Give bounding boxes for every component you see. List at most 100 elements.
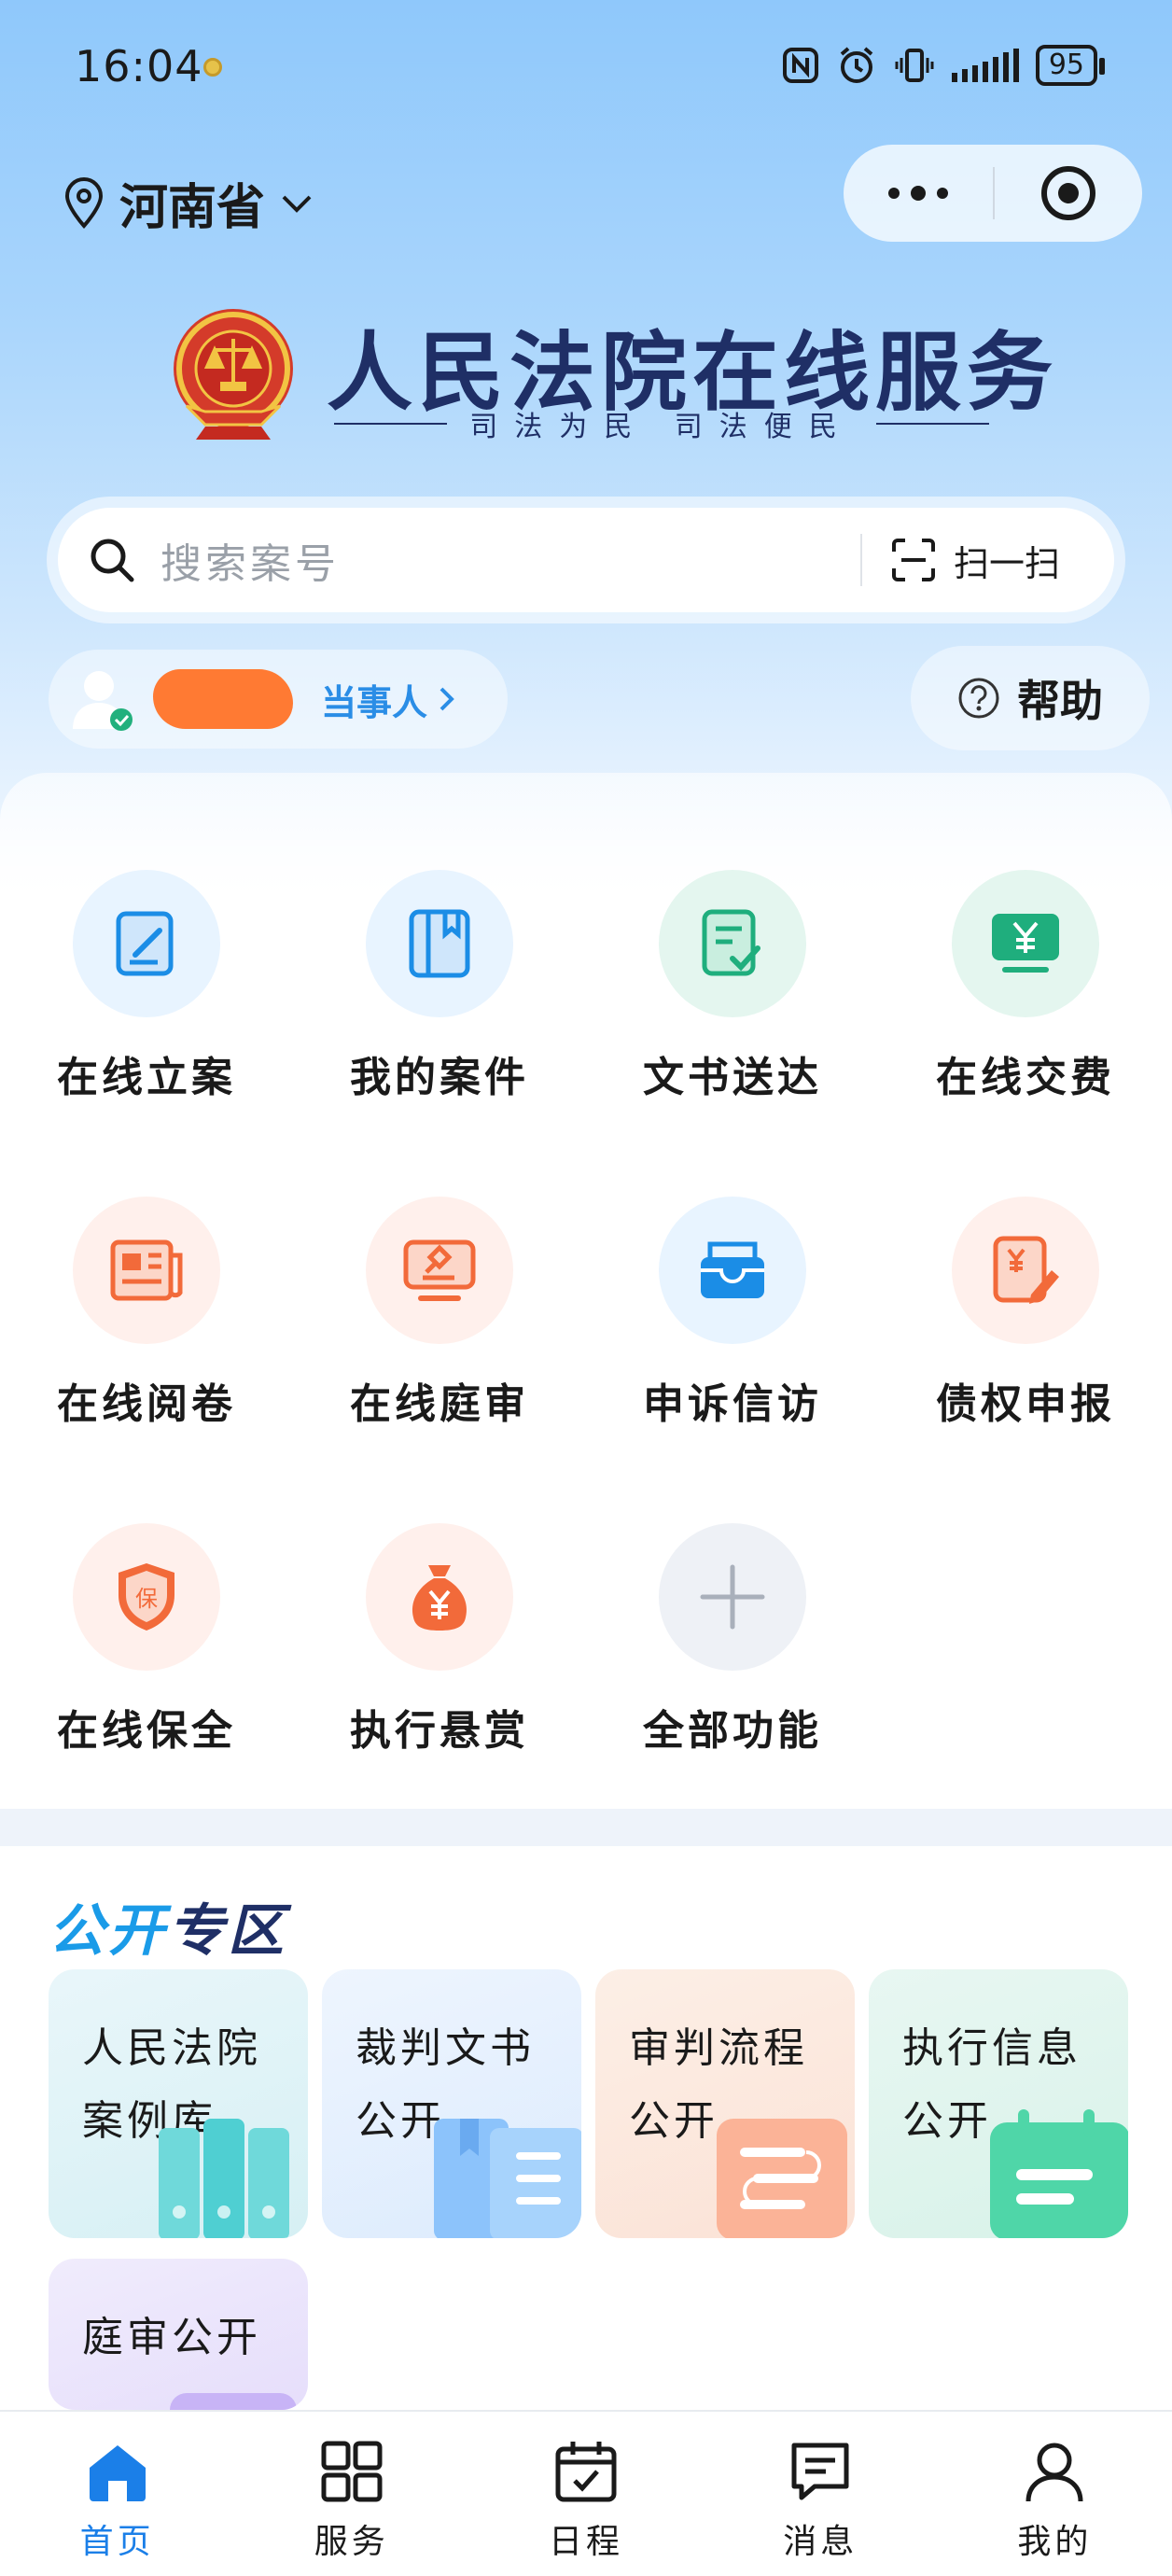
calendar-icon xyxy=(555,2442,617,2502)
redacted-username xyxy=(153,669,293,729)
grid-label: 文书送达 xyxy=(643,1054,822,1101)
public-card-line1: 人民法院 xyxy=(82,2024,261,2072)
grid-icon-bg xyxy=(73,1197,220,1344)
more-dot-icon xyxy=(911,186,926,201)
avatar xyxy=(73,671,133,731)
document-check-icon xyxy=(702,909,760,976)
grid-item-petition[interactable]: 申诉信访 xyxy=(586,1197,879,1439)
grid-label: 全部功能 xyxy=(643,1707,822,1755)
close-miniprogram-button[interactable] xyxy=(995,145,1142,242)
grid-item-online-filing[interactable]: 在线立案 xyxy=(0,870,293,1113)
more-button[interactable] xyxy=(844,145,993,242)
scan-button[interactable]: 扫一扫 xyxy=(890,535,1060,586)
subtitle-line-left xyxy=(334,423,448,425)
battery-icon: 95 xyxy=(1035,45,1106,86)
brand-subtitle: 司法为民 司法便民 xyxy=(334,403,990,444)
grid-item-debt-claim[interactable]: 债权申报 xyxy=(879,1197,1172,1439)
grid-label: 我的案件 xyxy=(350,1054,529,1101)
grid-icon-bg xyxy=(366,1523,513,1671)
search-icon xyxy=(91,539,134,582)
tab-messages[interactable]: 消息 xyxy=(704,2412,938,2576)
tab-home[interactable]: 首页 xyxy=(0,2412,234,2576)
grid-item-online-trial[interactable]: 在线庭审 xyxy=(293,1197,586,1439)
user-icon xyxy=(1026,2443,1083,2502)
scan-icon xyxy=(891,539,935,581)
public-card-judgment-documents[interactable]: 裁判文书 公开 xyxy=(322,1969,581,2238)
calendar-card-icon xyxy=(990,2109,1128,2238)
grid-item-document-delivery[interactable]: 文书送达 xyxy=(586,870,879,1113)
grid-label: 在线交费 xyxy=(936,1054,1115,1101)
brand-subtitle-text: 司法为民 司法便民 xyxy=(469,411,854,443)
flow-icon xyxy=(717,2119,847,2238)
tab-label: 消息 xyxy=(783,2523,858,2561)
search-divider xyxy=(859,534,862,586)
gavel-screen-icon xyxy=(403,1239,476,1301)
grid-label: 执行悬赏 xyxy=(350,1707,529,1755)
tab-label: 我的 xyxy=(1017,2523,1093,2561)
search-container: 搜索案号 扫一扫 xyxy=(47,497,1125,623)
user-identity-button[interactable]: 当事人 xyxy=(49,650,508,749)
question-icon xyxy=(958,678,999,719)
tab-label: 日程 xyxy=(549,2523,624,2561)
tab-schedule[interactable]: 日程 xyxy=(468,2412,703,2576)
public-card-case-library[interactable]: 人民法院 案例库 xyxy=(49,1969,308,2238)
grid-item-execution-reward[interactable]: 执行悬赏 xyxy=(293,1523,586,1766)
grid-label: 申诉信访 xyxy=(643,1380,822,1428)
grid-label: 在线阅卷 xyxy=(57,1380,236,1428)
grid-item-all-functions[interactable]: 全部功能 xyxy=(586,1523,879,1766)
grid-item-online-preservation[interactable]: 保 在线保全 xyxy=(0,1523,293,1766)
grid-item-online-reading[interactable]: 在线阅卷 xyxy=(0,1197,293,1439)
grid-icon-bg: 保 xyxy=(73,1523,220,1671)
public-card-text: 庭审公开 xyxy=(82,2302,261,2374)
public-card-execution-info[interactable]: 执行信息 公开 xyxy=(869,1969,1128,2238)
grid-label: 在线庭审 xyxy=(350,1380,529,1428)
search-bar[interactable]: 搜索案号 扫一扫 xyxy=(58,508,1114,612)
money-bag-icon xyxy=(412,1565,467,1631)
vibrate-icon xyxy=(895,49,934,82)
claim-document-icon xyxy=(993,1236,1059,1304)
court-emblem-icon xyxy=(174,309,293,440)
grid-icon-bg xyxy=(366,870,513,1017)
grid-label: 债权申报 xyxy=(936,1380,1115,1428)
svg-text:保: 保 xyxy=(135,1586,158,1612)
grid-icon-bg xyxy=(659,870,806,1017)
grid-icon-bg xyxy=(73,870,220,1017)
public-card-trial-public[interactable]: 庭审公开 xyxy=(49,2259,308,2410)
search-input[interactable]: 搜索案号 xyxy=(160,530,860,590)
shield-icon: 保 xyxy=(119,1563,174,1631)
public-zone-title-b: 专区 xyxy=(168,1898,287,1964)
binders-icon xyxy=(159,2119,289,2238)
grid-icon-bg xyxy=(952,870,1099,1017)
hero-background xyxy=(0,0,1172,896)
public-card-trial-process[interactable]: 审判流程 公开 xyxy=(595,1969,855,2238)
location-selector[interactable]: 河南省 xyxy=(62,168,315,238)
grid-item-my-cases[interactable]: 我的案件 xyxy=(293,870,586,1113)
status-bar: 16:04 95 xyxy=(0,0,1172,131)
more-dot-icon xyxy=(888,188,900,199)
grid-icon-bg xyxy=(952,1197,1099,1344)
grid-icon-bg xyxy=(659,1197,806,1344)
tab-services[interactable]: 服务 xyxy=(234,2412,468,2576)
function-grid: 在线立案 我的案件 文书送达 在线交费 在线阅卷 在线庭审 申诉信访 债权申报 … xyxy=(0,773,1172,1809)
public-card-line1: 执行信息 xyxy=(902,2024,1081,2072)
help-button[interactable]: 帮助 xyxy=(911,646,1150,750)
grid-label: 在线保全 xyxy=(57,1707,236,1755)
grid-icon-bg xyxy=(366,1197,513,1344)
home-icon xyxy=(89,2445,146,2501)
public-zone-title-a: 公开 xyxy=(49,1898,168,1964)
mailbox-icon xyxy=(701,1241,764,1298)
section-divider xyxy=(0,1809,1172,1846)
signal-icon xyxy=(951,49,1019,82)
payment-screen-icon xyxy=(992,914,1059,973)
grid-label: 在线立案 xyxy=(57,1054,236,1101)
trial-public-illustration xyxy=(170,2393,297,2410)
more-dot-icon xyxy=(937,188,948,199)
target-icon xyxy=(1041,166,1095,220)
user-role: 当事人 xyxy=(321,674,457,725)
chevron-right-icon xyxy=(440,687,454,711)
public-card-line1: 庭审公开 xyxy=(82,2314,261,2361)
public-card-line1: 裁判文书 xyxy=(356,2024,535,2072)
tab-mine[interactable]: 我的 xyxy=(938,2412,1172,2576)
scan-label: 扫一扫 xyxy=(953,542,1060,584)
grid-item-online-payment[interactable]: 在线交费 xyxy=(879,870,1172,1113)
